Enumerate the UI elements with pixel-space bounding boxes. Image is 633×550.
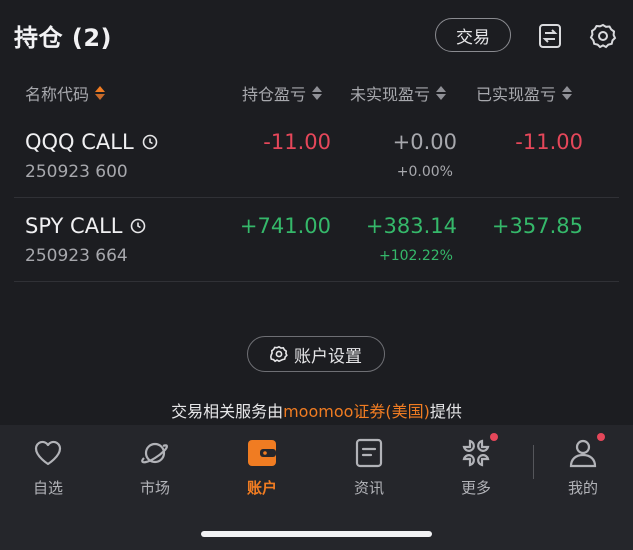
unrealized-pl-percent: +102.22% <box>378 248 453 264</box>
column-header-unrealized-pl-label: 未实现盈亏 <box>350 85 431 104</box>
sort-icon <box>312 85 323 101</box>
tab-label: 市场 <box>139 479 170 497</box>
trade-button[interactable]: 交易 <box>435 18 511 52</box>
sort-icon <box>95 85 106 101</box>
notification-badge <box>597 433 605 441</box>
realized-pl-value: -11.00 <box>515 130 583 154</box>
tab-label: 账户 <box>246 479 277 497</box>
home-indicator[interactable] <box>201 531 432 537</box>
realized-pl-value: +357.85 <box>491 214 583 238</box>
account-settings-button[interactable]: 账户设置 <box>247 336 385 372</box>
tab-label: 资讯 <box>353 479 384 497</box>
position-symbol: QQQ CALL <box>25 130 158 154</box>
column-header-position-pl-label: 持仓盈亏 <box>242 85 307 104</box>
tab-label: 自选 <box>32 479 63 497</box>
position-pl-value: -11.00 <box>263 130 331 154</box>
provider-brand-link[interactable]: moomoo证券(美国) <box>283 402 430 421</box>
column-header-name-label: 名称代码 <box>25 85 90 104</box>
position-symbol: SPY CALL <box>25 214 146 238</box>
planet-icon <box>139 437 171 469</box>
page-header: 持仓 (2) 交易 <box>0 0 633 70</box>
unrealized-pl-value: +0.00 <box>392 130 457 154</box>
notification-badge <box>490 433 498 441</box>
position-code: 250923 664 <box>25 246 128 266</box>
position-row[interactable]: QQQ CALL 250923 600 -11.00 +0.00 +0.00% … <box>14 114 619 198</box>
transfer-icon[interactable] <box>536 22 564 50</box>
column-header-position-pl[interactable]: 持仓盈亏 <box>242 80 323 106</box>
account-settings-label: 账户设置 <box>294 346 362 367</box>
page-title: 持仓 (2) <box>14 24 112 52</box>
wallet-icon <box>246 437 278 469</box>
provider-prefix: 交易相关服务由 <box>171 402 284 421</box>
tab-label: 更多 <box>460 479 491 497</box>
sort-icon <box>436 85 447 101</box>
position-symbol-label: SPY CALL <box>25 214 123 238</box>
gear-icon <box>270 345 288 363</box>
tab-watchlist[interactable]: 自选 <box>3 437 93 498</box>
provider-suffix: 提供 <box>429 402 462 421</box>
unrealized-pl-value: +383.14 <box>365 214 457 238</box>
user-icon <box>567 433 605 469</box>
tab-divider <box>533 445 534 479</box>
position-row[interactable]: SPY CALL 250923 664 +741.00 +383.14 +102… <box>14 198 619 282</box>
news-icon <box>353 437 385 469</box>
tab-market[interactable]: 市场 <box>110 437 200 498</box>
tab-news[interactable]: 资讯 <box>324 437 414 498</box>
gear-icon[interactable] <box>589 22 617 50</box>
tab-label: 我的 <box>567 479 598 497</box>
position-code: 250923 600 <box>25 162 128 182</box>
clock-icon <box>131 218 146 234</box>
clock-icon <box>142 134 158 150</box>
column-header-unrealized-pl[interactable]: 未实现盈亏 <box>350 80 447 106</box>
position-symbol-label: QQQ CALL <box>25 130 134 154</box>
unrealized-pl-percent: +0.00% <box>396 164 453 180</box>
position-pl-value: +741.00 <box>239 214 331 238</box>
sort-icon <box>562 85 573 101</box>
provider-notice: 交易相关服务由moomoo证券(美国)提供 <box>0 398 633 422</box>
tab-account[interactable]: 账户 <box>217 437 307 498</box>
column-header-realized-pl[interactable]: 已实现盈亏 <box>476 80 573 106</box>
column-header-name[interactable]: 名称代码 <box>25 80 106 106</box>
heart-icon <box>32 437 64 469</box>
grid-icon <box>460 433 498 469</box>
tab-more[interactable]: 更多 <box>431 433 521 498</box>
tab-me[interactable]: 我的 <box>538 433 628 498</box>
column-header-realized-pl-label: 已实现盈亏 <box>476 85 557 104</box>
